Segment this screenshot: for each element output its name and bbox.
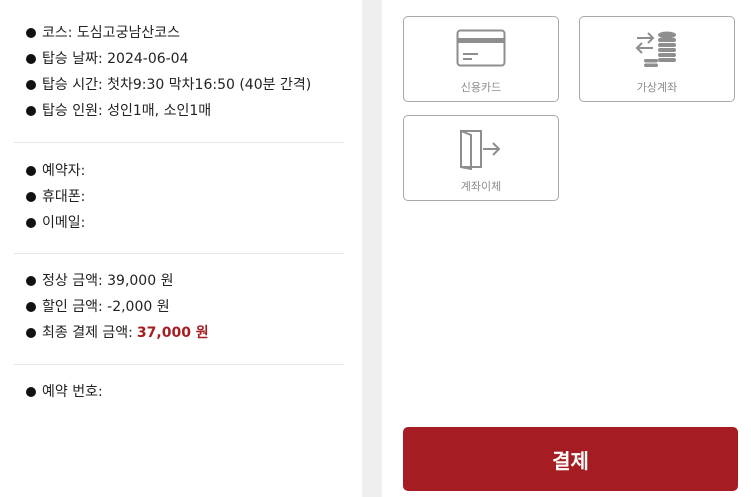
bullet-icon [26, 302, 36, 312]
payment-option-bank-transfer[interactable]: 계좌이체 [403, 115, 559, 201]
bullet-icon [26, 276, 36, 286]
payment-option-label: 신용카드 [460, 81, 502, 94]
trip-info: 코스: 도심고궁남산코스 탑승 날짜: 2024-06-04 탑승 시간: 첫차… [26, 20, 346, 124]
section-divider [14, 364, 344, 365]
bullet-icon [26, 166, 36, 176]
course-text: 코스: 도심고궁남산코스 [42, 25, 180, 41]
payment-option-virtual-account[interactable]: 가상계좌 [579, 16, 735, 102]
pay-button[interactable]: 결제 [403, 427, 738, 491]
discount-text: 할인 금액: -2,000 원 [42, 299, 170, 315]
final-price-label: 최종 결제 금액: [42, 325, 133, 341]
time-text: 탑승 시간: 첫차9:30 막차16:50 (40분 간격) [42, 77, 312, 93]
reserver-text: 예약자: [42, 163, 86, 179]
bullet-icon [26, 218, 36, 228]
credit-card-icon [456, 29, 506, 71]
reservation-info: 예약 번호: [26, 379, 346, 405]
payment-option-label: 계좌이체 [460, 180, 502, 193]
people-text: 탑승 인원: 성인1매, 소인1매 [42, 103, 212, 119]
contact-info: 예약자: 휴대폰: 이메일: [26, 158, 346, 236]
payment-option-credit-card[interactable]: 신용카드 [403, 16, 559, 102]
bullet-icon [26, 328, 36, 338]
date-line: 탑승 날짜: 2024-06-04 [26, 46, 346, 72]
payment-option-label: 가상계좌 [636, 81, 678, 94]
bullet-icon [26, 54, 36, 64]
coin-stack-icon [634, 29, 680, 73]
regular-price-text: 정상 금액: 39,000 원 [42, 273, 174, 289]
date-text: 탑승 날짜: 2024-06-04 [42, 51, 189, 67]
price-info: 정상 금액: 39,000 원 할인 금액: -2,000 원 최종 결제 금액… [26, 268, 346, 346]
order-summary-panel: 코스: 도심고궁남산코스 탑승 날짜: 2024-06-04 탑승 시간: 첫차… [0, 0, 362, 497]
final-price-line: 최종 결제 금액: 37,000 원 [26, 320, 346, 346]
people-line: 탑승 인원: 성인1매, 소인1매 [26, 98, 346, 124]
final-price-value: 37,000 원 [136, 325, 209, 341]
column-divider [362, 0, 382, 497]
discount-line: 할인 금액: -2,000 원 [26, 294, 346, 320]
reservation-number-line: 예약 번호: [26, 379, 346, 405]
email-text: 이메일: [42, 215, 86, 231]
phone-line: 휴대폰: [26, 184, 346, 210]
phone-text: 휴대폰: [42, 189, 86, 205]
bullet-icon [26, 387, 36, 397]
reserver-line: 예약자: [26, 158, 346, 184]
door-transfer-icon [459, 128, 503, 174]
regular-price-line: 정상 금액: 39,000 원 [26, 268, 346, 294]
bullet-icon [26, 80, 36, 90]
section-divider [14, 142, 344, 143]
section-divider [14, 253, 344, 254]
bullet-icon [26, 192, 36, 202]
bullet-icon [26, 106, 36, 116]
time-line: 탑승 시간: 첫차9:30 막차16:50 (40분 간격) [26, 72, 346, 98]
course-line: 코스: 도심고궁남산코스 [26, 20, 346, 46]
bullet-icon [26, 28, 36, 38]
reservation-number-text: 예약 번호: [42, 384, 103, 400]
email-line: 이메일: [26, 210, 346, 236]
